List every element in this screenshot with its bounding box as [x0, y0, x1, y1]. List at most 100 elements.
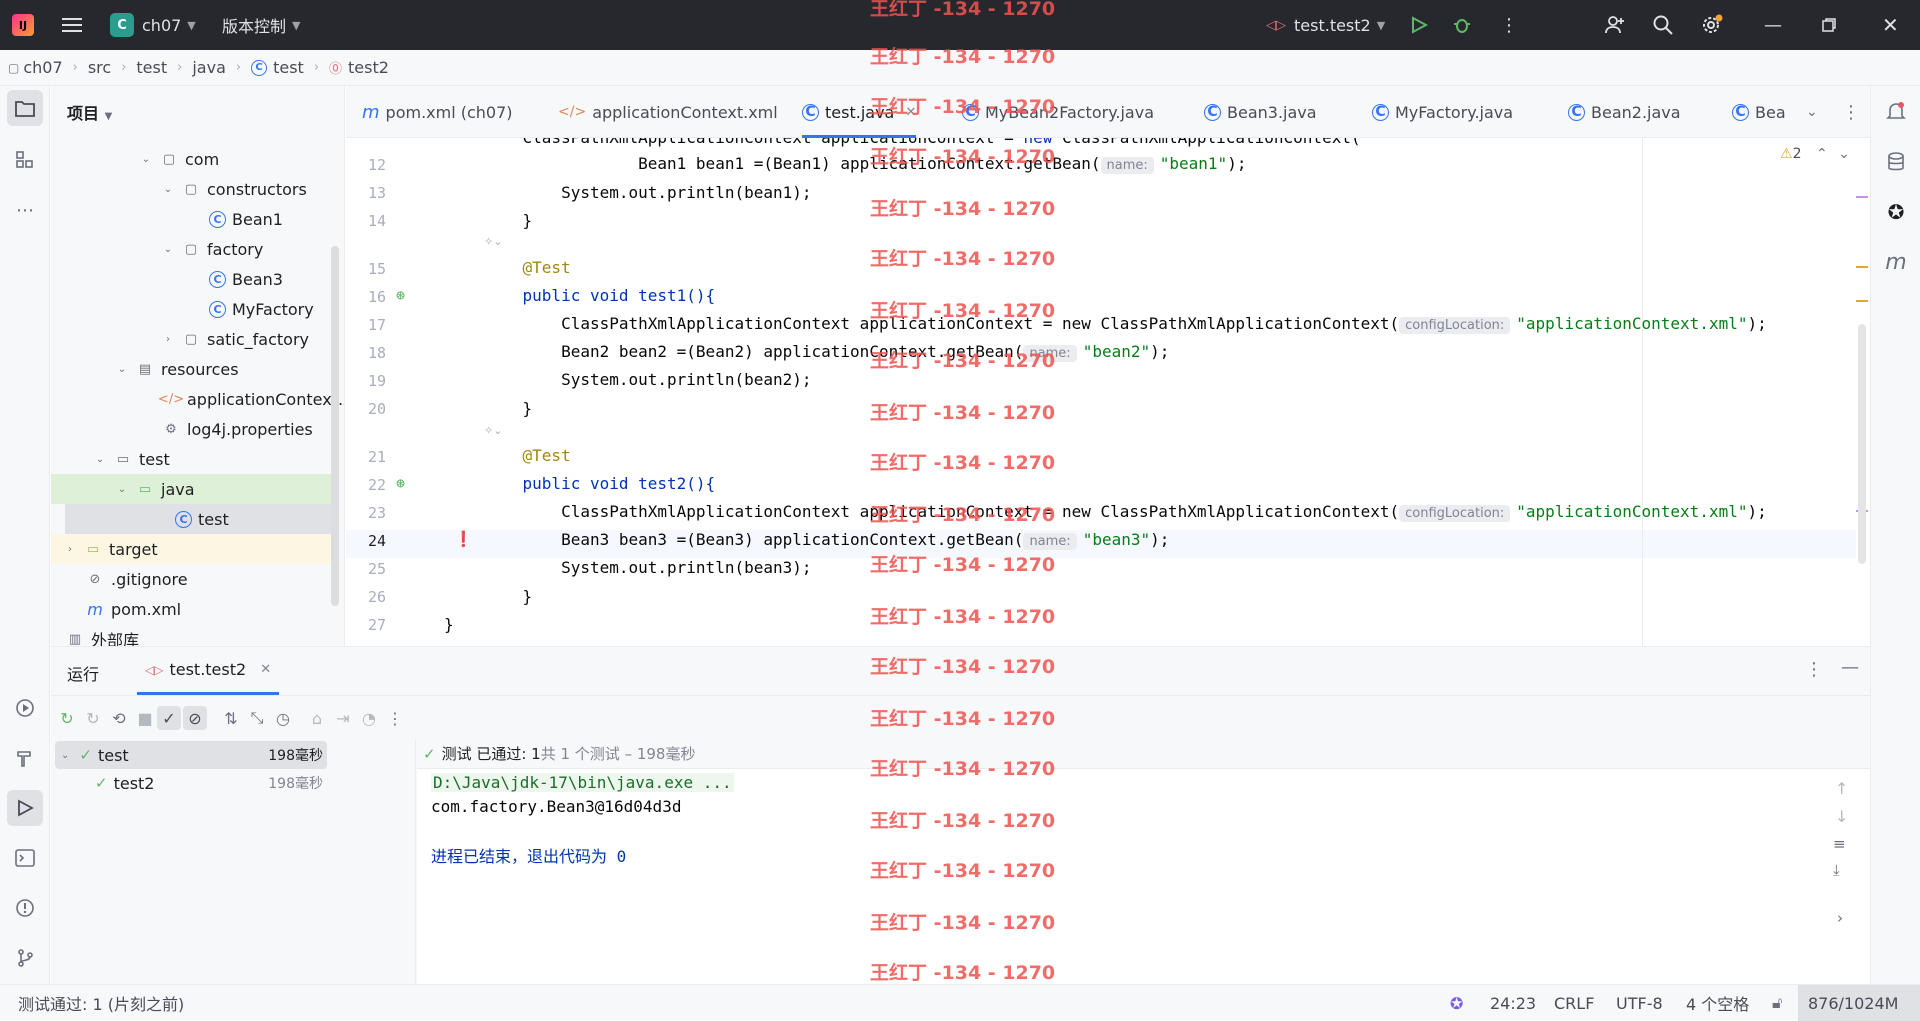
tab-truncated[interactable]: C Bea [1732, 86, 1786, 138]
tree-item[interactable]: › ▭ target [51, 534, 331, 564]
tree-item[interactable]: Ctest [65, 504, 331, 534]
show-ignored-icon[interactable]: ⊘ [183, 706, 207, 730]
hide-panel-icon[interactable]: — [1841, 657, 1859, 678]
lock-icon[interactable]: 🔓︎ [1772, 985, 1782, 1021]
tree-item[interactable]: ▥ 外部库 [51, 624, 331, 646]
caret-position[interactable]: 24:23 [1490, 985, 1536, 1021]
show-passed-check-icon[interactable]: ✓ [157, 706, 181, 730]
run-config-selector[interactable]: ◁▷ test.test2 ▼ [1266, 0, 1385, 50]
more-tools-icon[interactable]: ⋯ [7, 192, 43, 228]
more-actions-icon[interactable]: ⋮ [1500, 0, 1518, 50]
tree-item[interactable]: ⚙ log4j.properties [51, 414, 331, 444]
terminal-icon[interactable] [7, 840, 43, 876]
close-tab-icon[interactable]: ✕ [260, 662, 271, 677]
code-editor[interactable]: ClassPathXmlApplicationContext applicati… [346, 138, 1870, 646]
project-folder-icon[interactable] [7, 90, 43, 126]
settings-gear-icon[interactable] [1700, 0, 1724, 50]
status-message[interactable]: 测试通过: 1 (片刻之前) [18, 985, 184, 1021]
run-tool-icon[interactable] [7, 790, 43, 826]
soft-wrap-icon[interactable]: ≡ [1833, 835, 1846, 853]
rerun-failed-icon[interactable]: ↻ [81, 706, 105, 730]
tree-item[interactable]: C Bean3 [51, 264, 331, 294]
editor-scrollbar[interactable] [1858, 324, 1866, 564]
memory-indicator[interactable]: 876/1024M [1798, 985, 1920, 1021]
project-selector[interactable]: C ch07 ▼ [110, 0, 196, 50]
expand-chevron-icon[interactable]: › [1837, 909, 1843, 927]
database-icon[interactable] [1878, 144, 1914, 180]
ai-status-icon[interactable]: ✪ [1450, 985, 1463, 1021]
tab-applicationcontext-xml[interactable]: </> applicationContext.xml [558, 86, 778, 138]
git-branch-icon[interactable] [7, 940, 43, 976]
tab-pom-xml[interactable]: m pom.xml (ch07) [362, 86, 513, 138]
camera-icon[interactable]: ⌂ [305, 706, 329, 730]
scroll-up-icon[interactable]: ↑ [1835, 779, 1848, 798]
vcs-menu[interactable]: 版本控制 ▼ [222, 0, 300, 50]
sort-icon[interactable]: ⇅ [219, 706, 243, 730]
tree-item[interactable]: ⌄ ▢ com [51, 144, 331, 174]
error-bulb-icon[interactable]: ❗ [454, 530, 473, 548]
tree-item[interactable]: ⌄ ▭ test [51, 444, 331, 474]
ai-hint-icon[interactable]: ✧⌄ [484, 235, 502, 248]
tree-item[interactable]: C MyFactory [51, 294, 331, 324]
breadcrumb-item[interactable]: java [192, 58, 226, 77]
structure-icon[interactable] [7, 142, 43, 178]
warning-indicator[interactable]: ⚠2 ⌃ ⌄ [1780, 146, 1850, 162]
stop-icon[interactable]: ■ [133, 706, 157, 730]
breadcrumb-item[interactable]: src [88, 58, 111, 77]
scrollbar[interactable] [331, 246, 339, 606]
breadcrumb-item[interactable]: test2 [348, 58, 389, 77]
maven-icon[interactable]: m [1878, 244, 1914, 280]
ai-hint-icon[interactable]: ✧⌄ [484, 424, 502, 437]
add-user-icon[interactable] [1604, 0, 1626, 50]
test-case-row[interactable]: ✓ test2 198毫秒 [95, 773, 323, 793]
notifications-bell-icon[interactable] [1878, 94, 1914, 130]
run-test-gutter-icon[interactable]: ⊛ [396, 286, 405, 304]
breadcrumb-item[interactable]: ch07 [23, 58, 62, 77]
tab-myfactory[interactable]: C MyFactory.java [1372, 86, 1513, 138]
tree-item[interactable]: ⌄ ▤ resources [51, 354, 331, 384]
debug-button[interactable] [1452, 0, 1472, 50]
tab-mybean2factory[interactable]: C MyBean2Factory.java [962, 86, 1154, 138]
minimize-icon[interactable]: — [1764, 0, 1782, 50]
panel-more-icon[interactable]: ⋮ [1805, 659, 1823, 680]
run-button[interactable] [1410, 0, 1428, 50]
tree-item[interactable]: m pom.xml [51, 594, 331, 624]
breadcrumb-item[interactable]: test [136, 58, 167, 77]
tree-item[interactable]: › ▢ satic_factory [51, 324, 331, 354]
tab-more-icon[interactable]: ⋮ [1842, 86, 1860, 138]
test-suite-row[interactable]: ⌄ ✓ test 198毫秒 [61, 745, 323, 765]
problems-icon[interactable] [7, 890, 43, 926]
scroll-to-end-icon[interactable]: ⤓ [1833, 861, 1840, 879]
console-output[interactable]: D:\Java\jdk-17\bin\java.exe ... com.fact… [417, 769, 1870, 985]
tree-item[interactable]: ⌄ ▢ factory [51, 234, 331, 264]
services-icon[interactable] [7, 690, 43, 726]
rerun-icon[interactable]: ↻ [55, 706, 79, 730]
run-tab[interactable]: ◁▷ test.test2 ✕ [137, 647, 280, 695]
tab-test-java[interactable]: Ctest.java ✕ [802, 86, 917, 138]
ai-assistant-icon[interactable]: ✪ [1878, 194, 1914, 230]
file-encoding[interactable]: UTF-8 [1616, 985, 1663, 1021]
tree-item[interactable]: ⊘ .gitignore [51, 564, 331, 594]
project-panel-header[interactable]: 项目 ▼ [67, 100, 112, 124]
tree-item[interactable]: ⌄ ▢ constructors [51, 174, 331, 204]
run-test-gutter-icon[interactable]: ⊛ [396, 474, 405, 492]
toggle-auto-test-icon[interactable]: ⟲ [107, 706, 131, 730]
line-ending[interactable]: CRLF [1554, 985, 1594, 1021]
tab-list-chevron-icon[interactable]: ⌄ [1806, 86, 1818, 138]
tab-bean3[interactable]: C Bean3.java [1204, 86, 1317, 138]
tree-item[interactable]: </> applicationContext.x [51, 384, 344, 414]
breadcrumb-item[interactable]: test [273, 58, 304, 77]
restore-icon[interactable] [1822, 0, 1836, 50]
tab-bean2[interactable]: C Bean2.java [1568, 86, 1681, 138]
import-icon[interactable]: ⇥ [331, 706, 355, 730]
indent-setting[interactable]: 4 个空格 [1686, 985, 1749, 1021]
coverage-icon[interactable]: ◔ [357, 706, 381, 730]
build-hammer-icon[interactable] [7, 740, 43, 776]
main-menu-icon[interactable] [62, 0, 84, 50]
scroll-down-icon[interactable]: ↓ [1835, 807, 1848, 826]
close-tab-icon[interactable]: ✕ [905, 105, 916, 120]
app-logo-icon[interactable]: IJ [12, 0, 34, 50]
toolbar-more-icon[interactable]: ⋮ [383, 706, 407, 730]
search-icon[interactable] [1652, 0, 1674, 50]
close-icon[interactable]: ✕ [1882, 0, 1899, 50]
